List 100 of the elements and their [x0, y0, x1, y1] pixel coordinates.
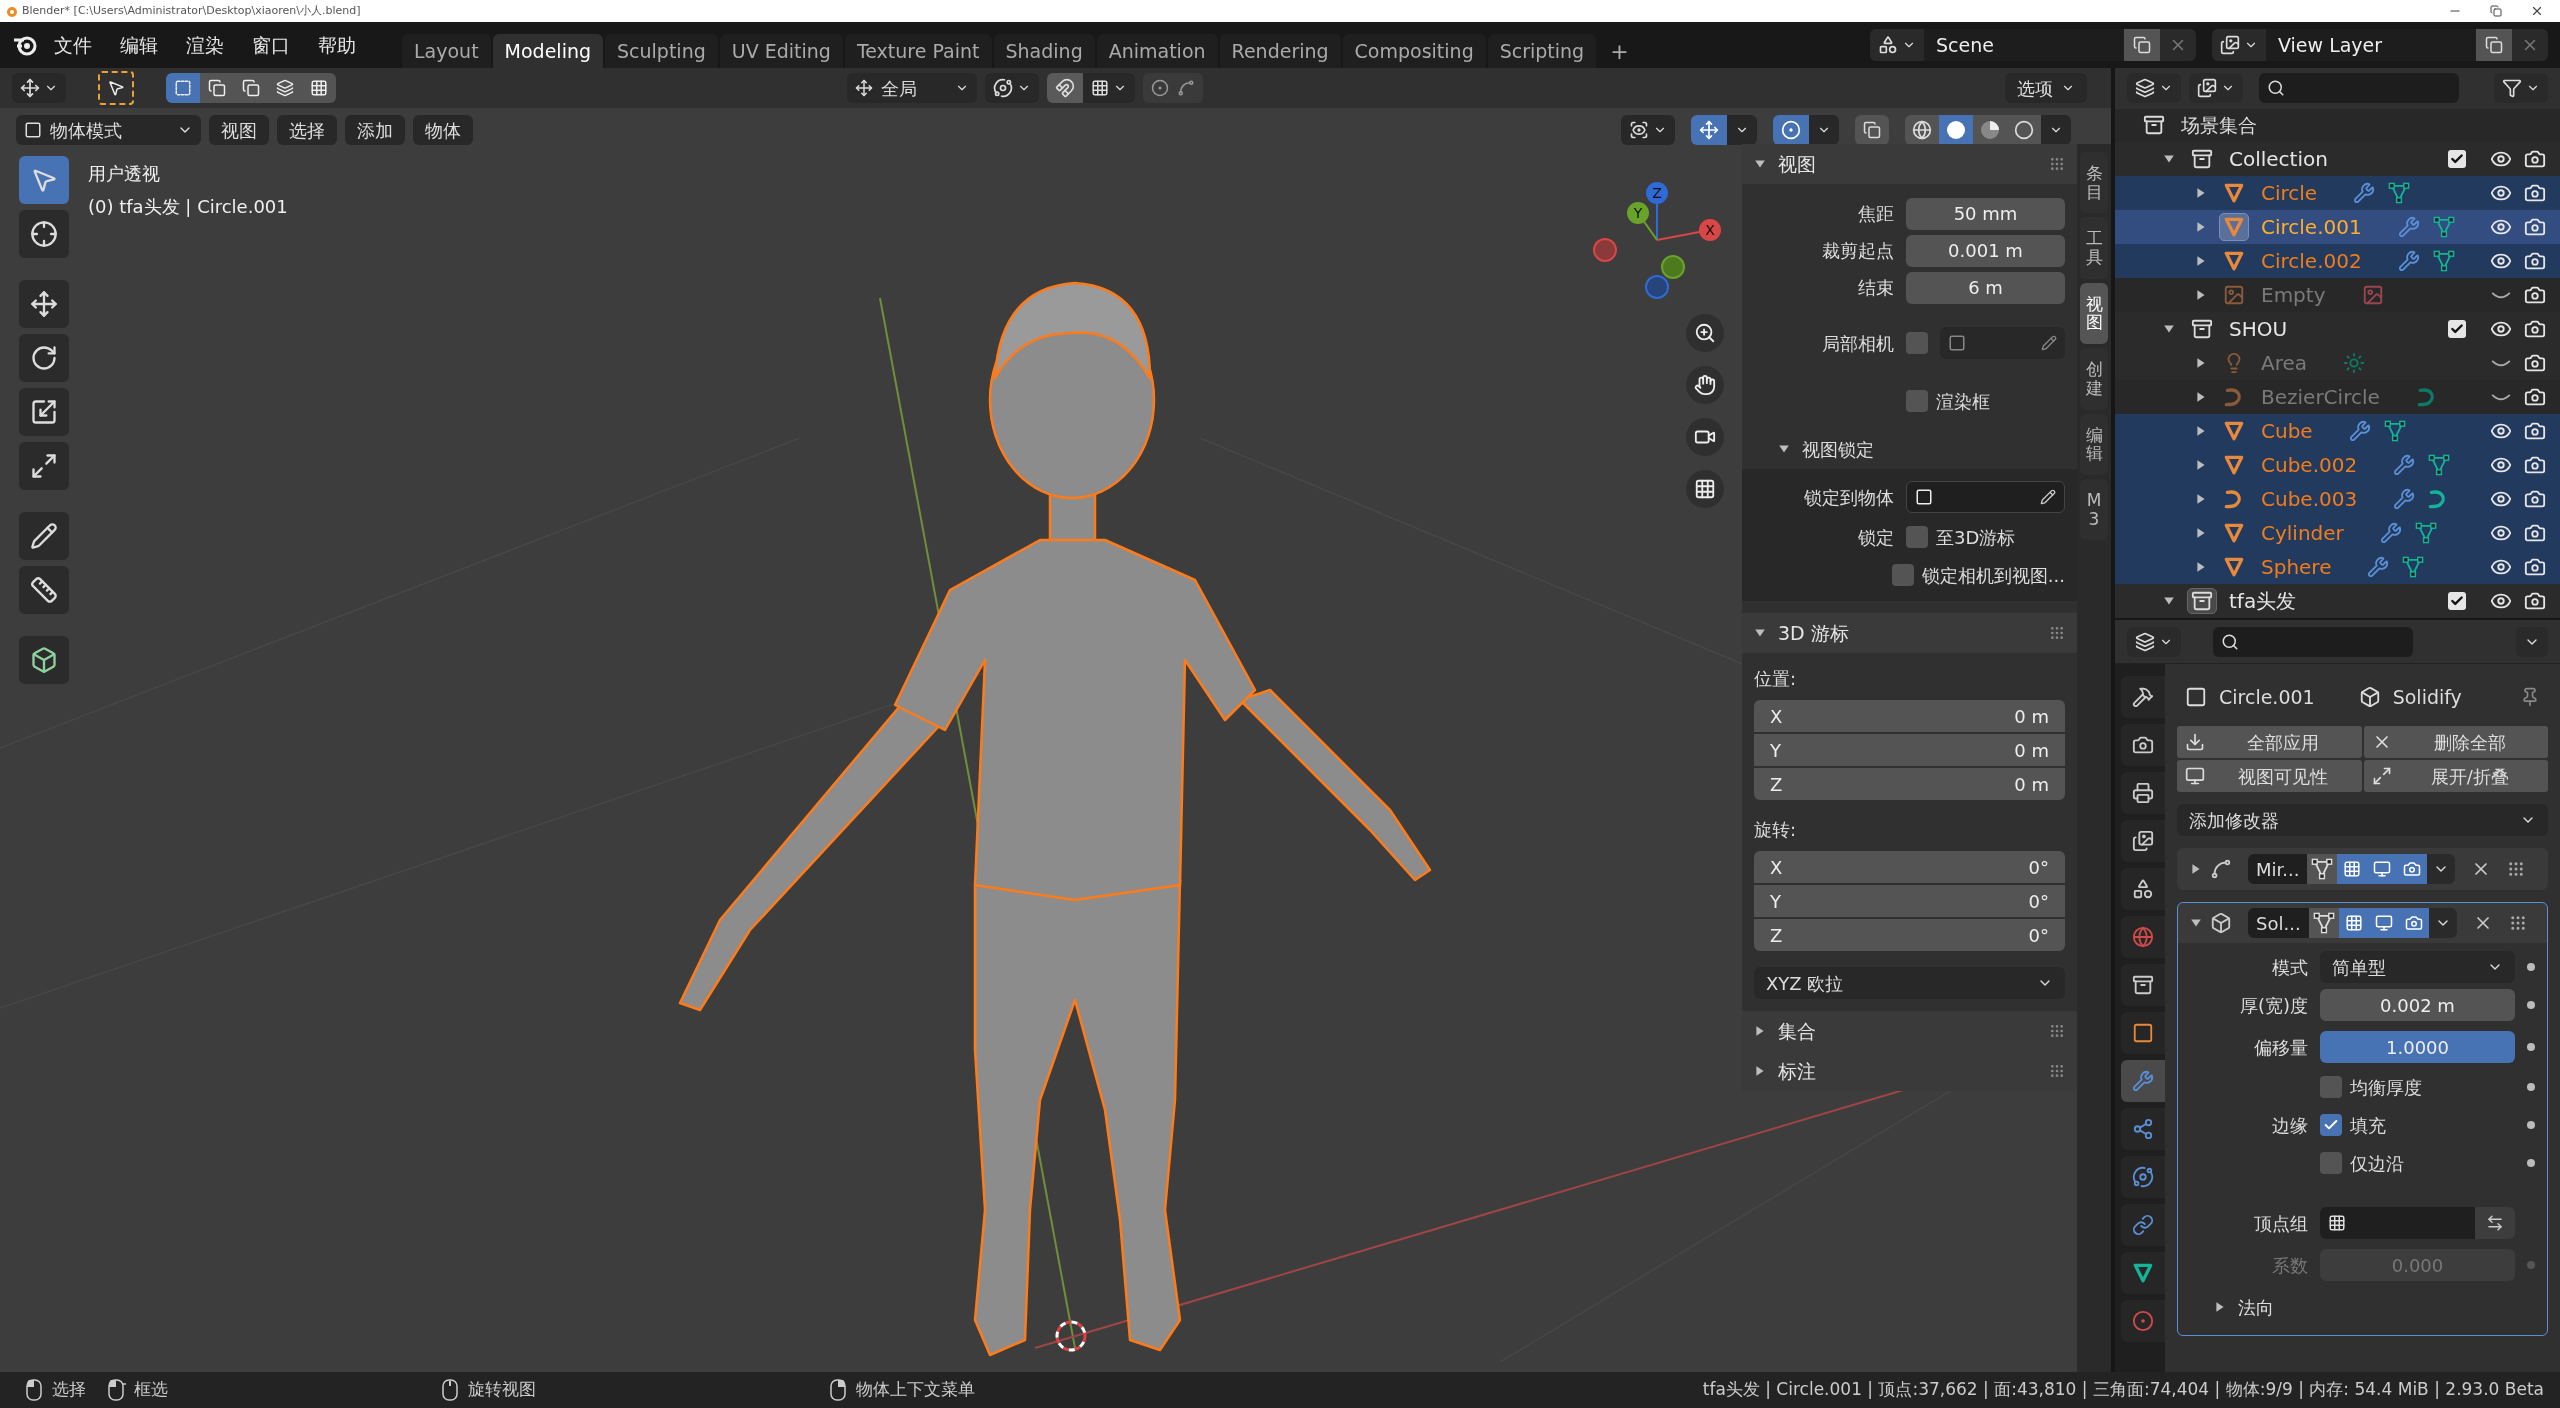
header-menu[interactable]: 物体 [413, 115, 473, 145]
outliner-row[interactable]: Circle.001 [2115, 210, 2560, 244]
outliner-row[interactable]: Cube [2115, 414, 2560, 448]
number-field[interactable]: 0.002 m [2320, 989, 2515, 1021]
workspace-tab[interactable]: Layout [402, 34, 491, 68]
modifier-name: Solidify [2392, 684, 2462, 710]
workspace-tab[interactable]: Animation [1096, 34, 1218, 68]
sidebar-tab[interactable]: M3 [2080, 478, 2108, 541]
rotation-mode-dropdown[interactable]: XYZ 欧拉 [1754, 967, 2065, 999]
number-field[interactable]: X 0° [1754, 851, 2065, 883]
scene-name-field[interactable]: Scene [1924, 29, 2124, 61]
outliner-row[interactable]: Circle.002 [2115, 244, 2560, 278]
sidebar-tab[interactable]: 创建 [2080, 348, 2108, 410]
action-button[interactable]: 展开/折叠 [2363, 760, 2548, 792]
subpanel-title[interactable]: 法向 [2238, 1293, 2274, 1321]
add-workspace-button[interactable]: + [1598, 34, 1641, 68]
mode-dropdown[interactable]: 物体模式 [16, 115, 201, 145]
mode-dropdown[interactable]: 简单型 [2320, 951, 2515, 983]
menu-item[interactable]: 窗口 [240, 29, 302, 61]
header-menu[interactable]: 选择 [277, 115, 337, 145]
checkbox-option[interactable]: 锁定相机到视图... [1891, 561, 2065, 589]
menu-item[interactable]: 文件 [42, 29, 104, 61]
workspace-tab[interactable]: UV Editing [719, 34, 843, 68]
outliner-row[interactable]: Sphere [2115, 550, 2560, 584]
field-label: 偏移量 [2253, 1035, 2308, 1060]
status-hint: 选择 [52, 1378, 86, 1402]
object-info: (0) tfa头发 | Circle.001 [88, 195, 288, 219]
object-name: Cube [2261, 418, 2313, 445]
workspace-tab[interactable]: Rendering [1219, 34, 1341, 68]
modifier-name-field[interactable]: Sol... [2248, 908, 2309, 938]
options-dropdown[interactable]: 选项 [2005, 73, 2087, 103]
header-menu[interactable]: 视图 [209, 115, 269, 145]
sidebar-tab[interactable]: 视图 [2080, 282, 2108, 345]
checkbox-option[interactable]: 填充 [2320, 1111, 2515, 1139]
header-menu[interactable]: 添加 [345, 115, 405, 145]
object-name: Circle.001 [2261, 214, 2362, 241]
checkbox-option[interactable]: 渲染框 [1906, 387, 1990, 415]
object-name: Circle.001 [2219, 684, 2315, 710]
add-modifier-dropdown[interactable]: 添加修改器 [2177, 804, 2548, 836]
object-name: Cube.002 [2261, 452, 2358, 479]
number-field[interactable]: Z 0 m [1754, 768, 2065, 800]
number-field[interactable]: 50 mm [1906, 197, 2065, 230]
field-label: 边缘 [2271, 1113, 2308, 1138]
view-layer-name-field[interactable]: View Layer [2266, 29, 2476, 61]
menu-item[interactable]: 帮助 [306, 29, 368, 61]
checkbox-option[interactable]: 仅边沿 [2320, 1149, 2515, 1177]
field-label: 裁剪起点 [1821, 239, 1894, 263]
outliner-row[interactable]: Circle [2115, 176, 2560, 210]
menu-item[interactable]: 渲染 [174, 29, 236, 61]
view-name: 用户透视 [88, 162, 160, 186]
panel-header[interactable]: 3D 游标 [1742, 613, 2077, 653]
workspace-tab[interactable]: Sculpting [605, 34, 718, 68]
number-field[interactable]: Z 0° [1754, 919, 2065, 951]
number-field[interactable]: 6 m [1906, 271, 2065, 304]
workspace-tab[interactable]: Shading [993, 34, 1095, 68]
action-button[interactable]: 视图可见性 [2177, 760, 2362, 792]
sidebar-tab[interactable]: 工具 [2080, 217, 2108, 279]
workspace-tab[interactable]: Compositing [1342, 34, 1486, 68]
field-label: 厚(宽)度 [2238, 993, 2308, 1018]
checkbox-option[interactable]: 至3D游标 [1906, 523, 2016, 551]
action-button[interactable]: 全部应用 [2177, 726, 2362, 758]
collection-name: SHOU [2229, 316, 2288, 343]
number-field[interactable]: 1.0000 [2320, 1031, 2515, 1063]
checkbox-option[interactable]: 均衡厚度 [2320, 1073, 2515, 1101]
subpanel-title[interactable]: 视图锁定 [1802, 435, 1874, 463]
navigation-gizmo[interactable]: Y X Z [1590, 170, 1730, 300]
section-label: 旋转: [1754, 818, 1798, 842]
number-field[interactable]: X 0 m [1754, 700, 2065, 732]
field-label: 系数 [2271, 1253, 2308, 1278]
panel-header[interactable]: 标注 [1742, 1051, 2077, 1091]
action-button[interactable]: 删除全部 [2363, 726, 2548, 758]
sidebar-tab[interactable]: 条目 [2080, 152, 2108, 214]
object-name: Circle [2261, 180, 2318, 207]
panel-header[interactable]: 集合 [1742, 1011, 2077, 1051]
orientation-dropdown[interactable]: 全局 [847, 73, 978, 103]
object-name: Sphere [2261, 554, 2332, 581]
sidebar-tab[interactable]: 编辑 [2080, 413, 2108, 475]
window-title: Blender* [C:\Users\Administrator\Desktop\xiaoren\小人.blend] [22, 2, 361, 19]
number-field[interactable]: Y 0 m [1754, 734, 2065, 766]
object-name: Cube.003 [2261, 486, 2358, 513]
number-field[interactable]: Y 0° [1754, 885, 2065, 917]
workspace-tab[interactable]: Scripting [1487, 34, 1597, 68]
field-label: 锁定到物体 [1803, 485, 1894, 510]
number-field[interactable]: 0.001 m [1906, 234, 2065, 267]
outliner-row[interactable]: Cube.002 [2115, 448, 2560, 482]
collection-name: Collection [2229, 146, 2328, 173]
outliner-row[interactable]: Cylinder [2115, 516, 2560, 550]
modifier-name-field[interactable]: Mir... [2248, 854, 2308, 884]
outliner-row[interactable]: Cube.003 [2115, 482, 2560, 516]
object-name: Empty [2261, 282, 2326, 309]
scene-statistics: tfa头发 | Circle.001 | 顶点:37,662 | 面:43,810 | 三角面:74,404 | 物体:9/9 | 内存: 54.4 MiB | 2.93.0 Beta [1702, 1378, 2544, 1402]
field-label: 模式 [2271, 955, 2308, 980]
field-label: 焦距 [1857, 202, 1894, 226]
field-label: 顶点组 [2253, 1211, 2308, 1236]
workspace-tab[interactable]: Modeling [492, 34, 604, 68]
menu-item[interactable]: 编辑 [108, 29, 170, 61]
workspace-tab[interactable]: Texture Paint [844, 34, 992, 68]
field-label: 结束 [1857, 276, 1894, 300]
field-label: 锁定 [1857, 525, 1894, 550]
panel-header[interactable]: 视图 [1742, 144, 2077, 184]
